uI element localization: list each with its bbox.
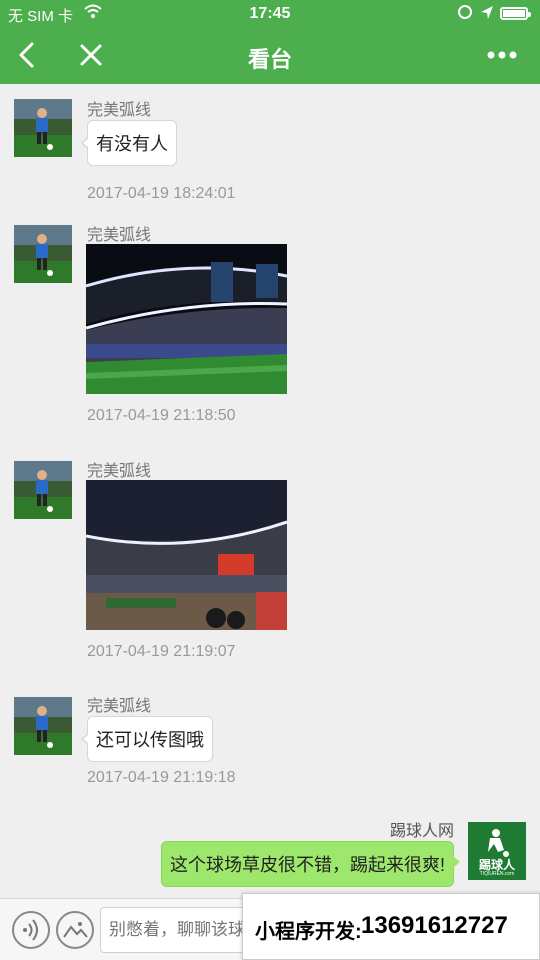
location-icon <box>480 5 494 25</box>
logo-subtitle: TIQIUREN.com <box>479 871 515 877</box>
image-icon <box>63 922 88 938</box>
rotation-lock-icon <box>458 5 472 19</box>
sender-name: 完美弧线 <box>87 227 152 244</box>
chat-list[interactable]: 完美弧线 有没有人 2017-04-19 18:24:01 完美弧线 2017-… <box>0 84 540 898</box>
message-time: 2017-04-19 21:19:07 <box>87 643 236 660</box>
message-bubble[interactable]: 这个球场草皮很不错，踢起来很爽! <box>161 841 460 887</box>
avatar[interactable] <box>14 225 72 283</box>
status-bar: 无 SIM 卡 17:45 <box>0 0 540 28</box>
avatar[interactable] <box>14 697 72 755</box>
message-time: 2017-04-19 21:19:18 <box>87 769 236 786</box>
message-input[interactable] <box>100 907 260 953</box>
close-button[interactable] <box>76 38 106 72</box>
avatar[interactable] <box>14 99 72 157</box>
close-icon <box>80 44 102 66</box>
message-time: 2017-04-19 21:18:50 <box>87 407 236 424</box>
message-bubble[interactable]: 有没有人 <box>81 120 177 166</box>
battery-icon <box>500 7 531 20</box>
sender-name: 完美弧线 <box>87 463 152 480</box>
promo-phone: 13691612727 <box>361 912 508 939</box>
avatar[interactable] <box>14 461 72 519</box>
message-bubble[interactable]: 还可以传图哦 <box>81 716 213 762</box>
sender-name: 踢球人网 <box>389 823 454 840</box>
stadium-photo[interactable] <box>86 480 287 630</box>
chevron-left-icon <box>19 42 34 68</box>
sender-name: 完美弧线 <box>87 698 152 715</box>
image-button[interactable] <box>56 911 94 949</box>
nav-bar: 看台 <box>0 28 540 84</box>
stadium-photo[interactable] <box>86 244 287 394</box>
more-icon <box>487 51 517 59</box>
message-time: 2017-04-19 18:24:01 <box>87 185 236 202</box>
avatar[interactable]: 踢球人 TIQIUREN.com <box>468 822 526 880</box>
sender-name: 完美弧线 <box>87 102 152 119</box>
promo-banner: 小程序开发: 13691612727 <box>242 893 540 960</box>
voice-button[interactable] <box>12 911 50 949</box>
back-button[interactable] <box>12 38 42 72</box>
promo-label: 小程序开发: <box>255 921 362 943</box>
voice-icon <box>23 919 38 941</box>
more-button[interactable] <box>482 38 522 72</box>
